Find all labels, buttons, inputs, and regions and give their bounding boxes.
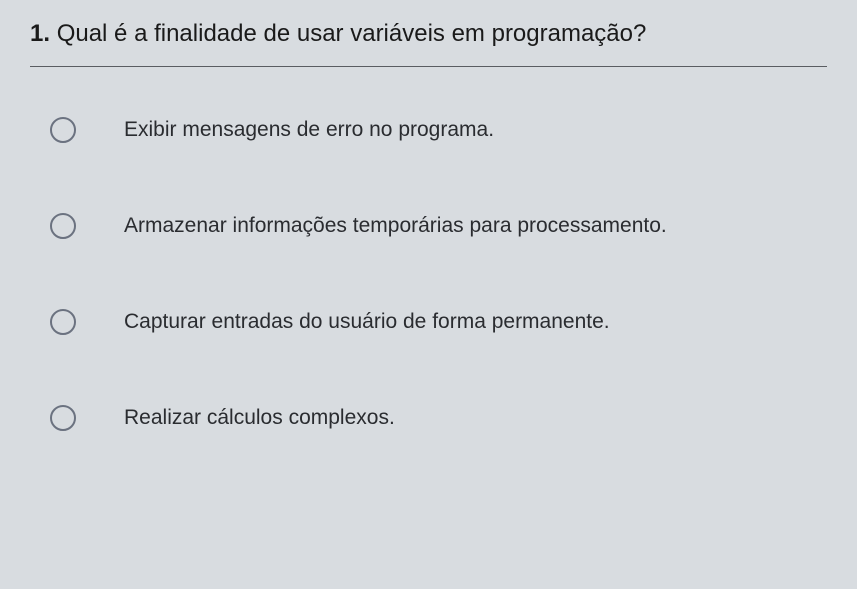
radio-button[interactable] — [50, 405, 76, 431]
question-text: Qual é a finalidade de usar variáveis em… — [57, 20, 647, 47]
option-row[interactable]: Armazenar informações temporárias para p… — [30, 213, 827, 239]
question-number: 1. — [30, 20, 50, 47]
option-label: Capturar entradas do usuário de forma pe… — [124, 310, 610, 334]
option-label: Armazenar informações temporárias para p… — [124, 214, 667, 238]
radio-button[interactable] — [50, 309, 76, 335]
options-list: Exibir mensagens de erro no programa. Ar… — [30, 87, 827, 431]
radio-button[interactable] — [50, 213, 76, 239]
question-header: 1. Qual é a finalidade de usar variáveis… — [30, 20, 827, 67]
option-label: Exibir mensagens de erro no programa. — [124, 118, 494, 142]
radio-button[interactable] — [50, 117, 76, 143]
option-label: Realizar cálculos complexos. — [124, 406, 395, 430]
option-row[interactable]: Realizar cálculos complexos. — [30, 405, 827, 431]
option-row[interactable]: Capturar entradas do usuário de forma pe… — [30, 309, 827, 335]
option-row[interactable]: Exibir mensagens de erro no programa. — [30, 117, 827, 143]
